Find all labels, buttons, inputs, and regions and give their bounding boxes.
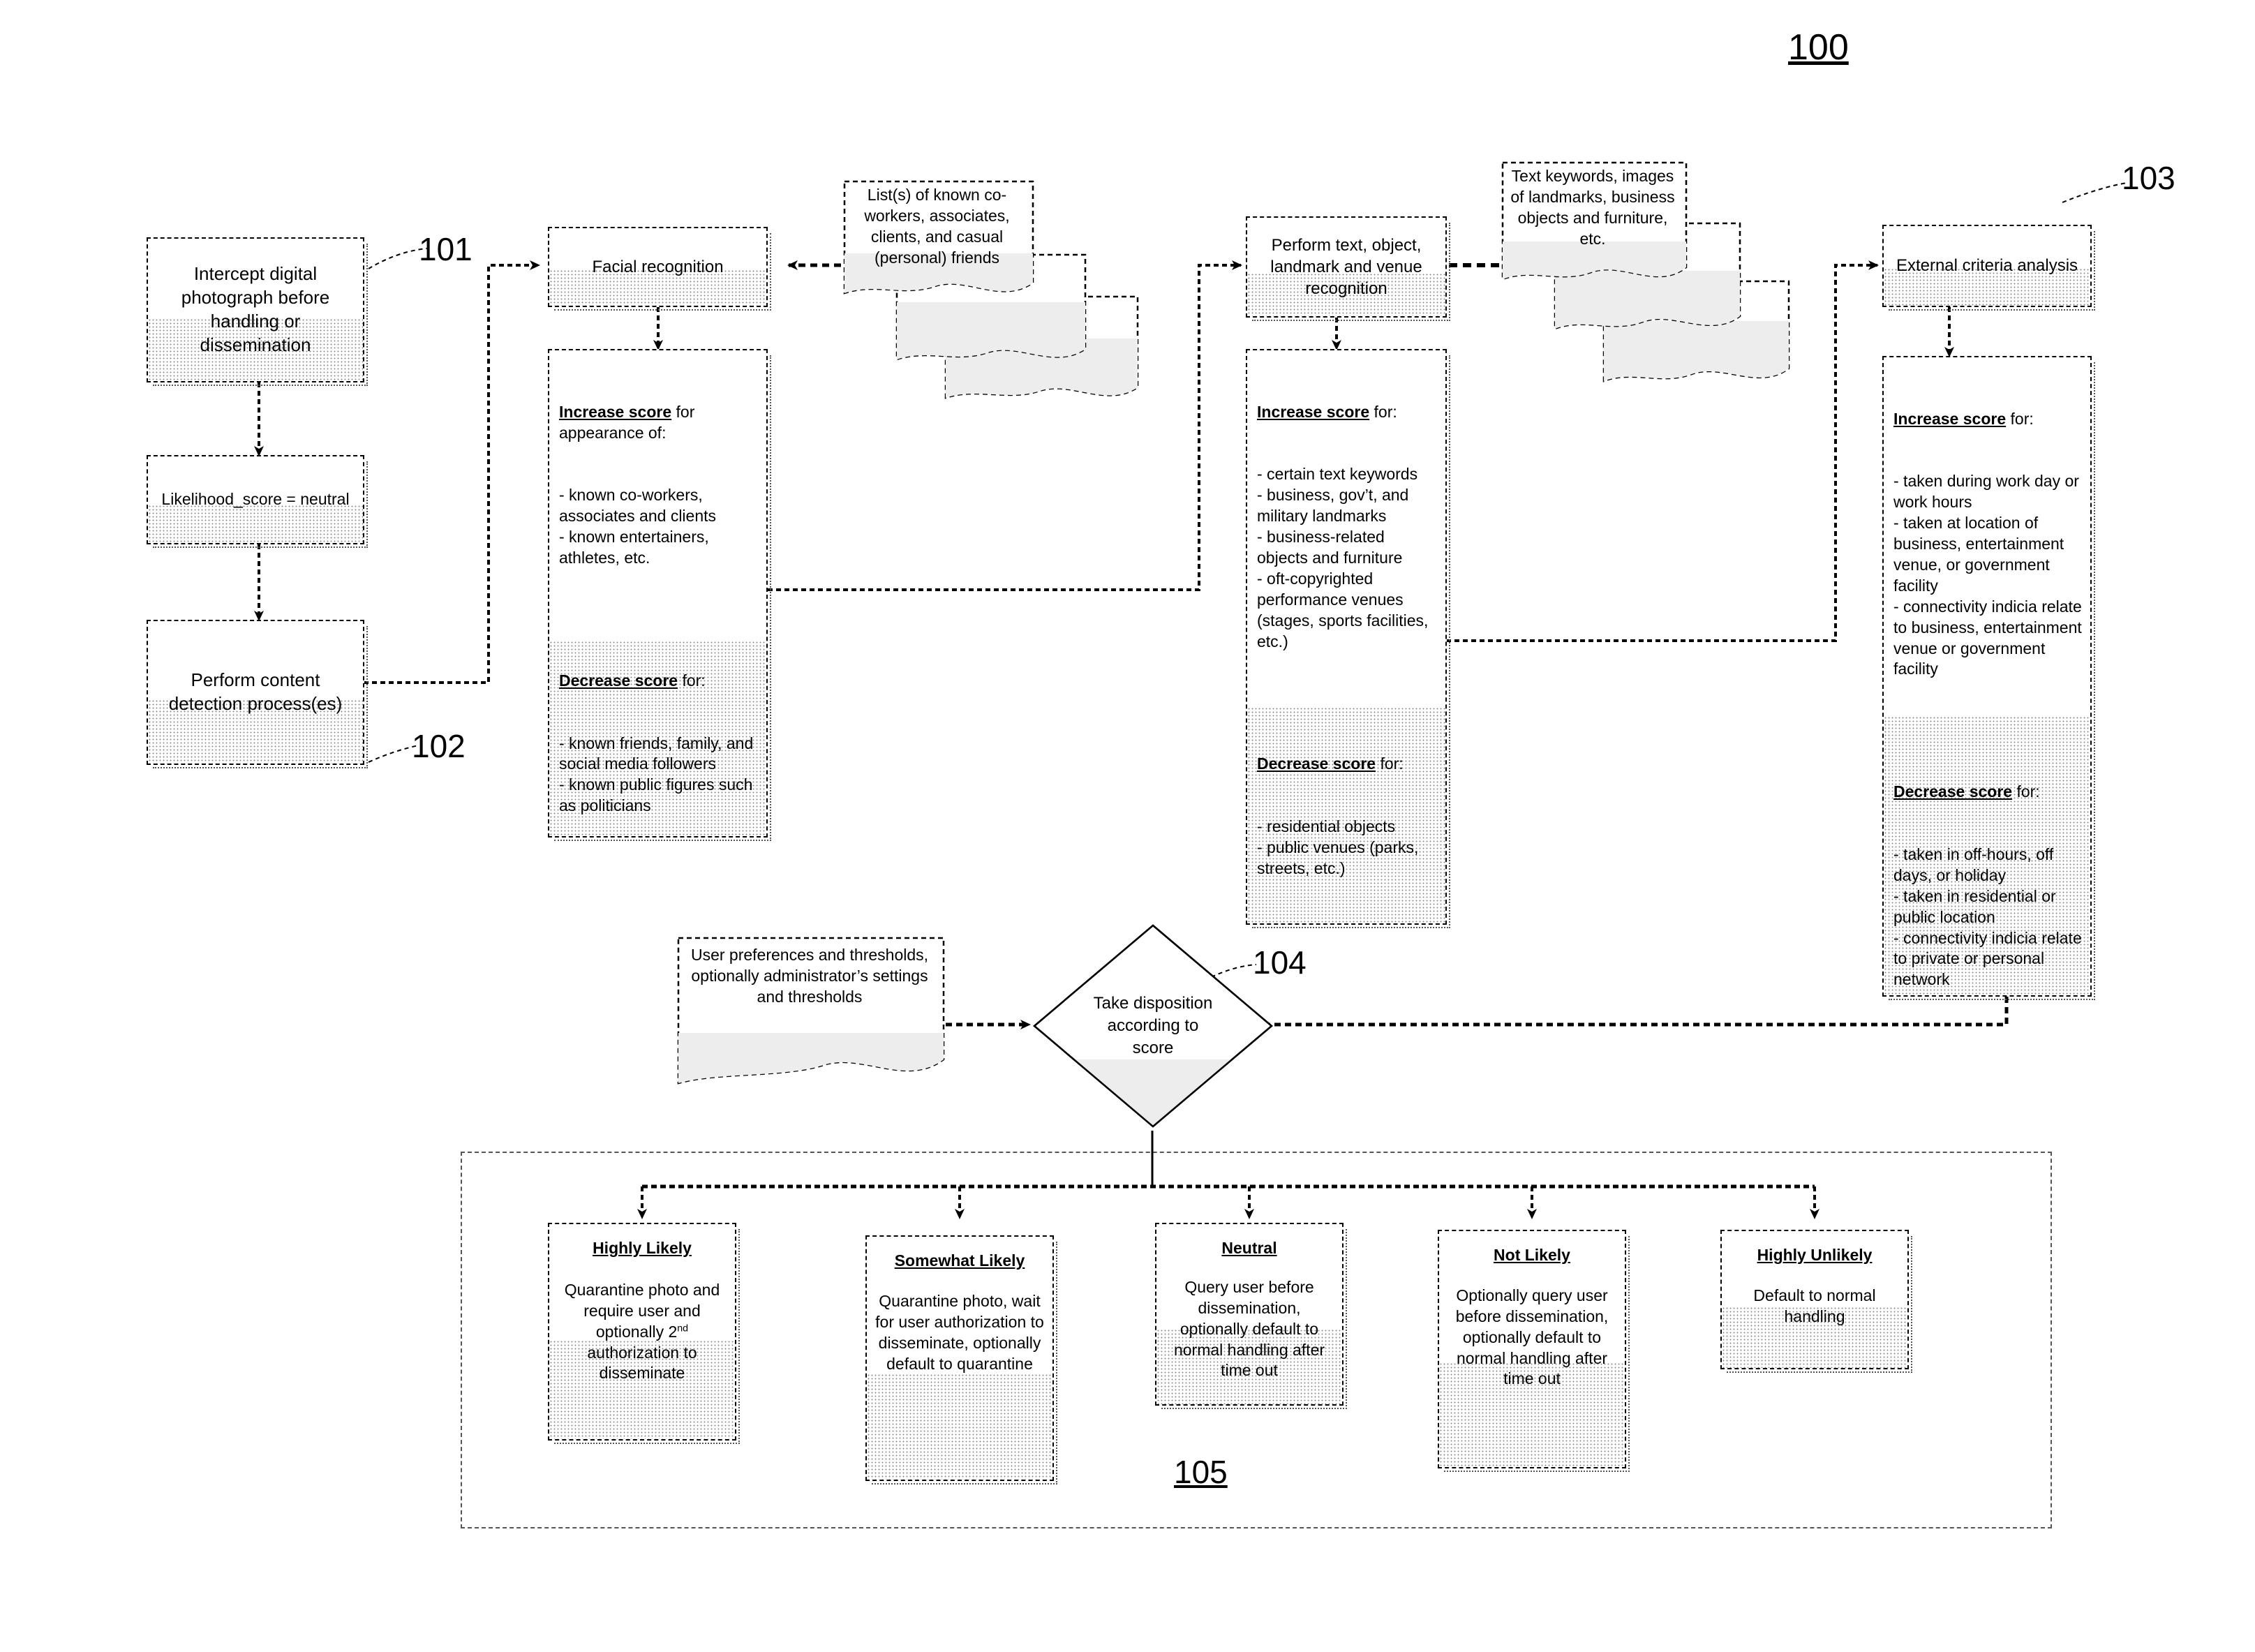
facial-decrease-items: - known friends, family, and social medi… (559, 734, 754, 815)
node-external-criteria-label: External criteria analysis (1896, 256, 2078, 276)
disposition-somewhat-likely-body: Quarantine photo, wait for user authoriz… (875, 1291, 1044, 1373)
external-increase-rest: for: (2006, 409, 2034, 428)
node-likelihood-score[interactable]: Likelihood_score = neutral (147, 455, 368, 548)
node-intercept-photograph-label: Intercept digital photograph before hand… (181, 263, 330, 355)
disposition-not-likely-title: Not Likely (1494, 1246, 1570, 1264)
datastore-known-lists-label: List(s) of known co-workers, associates,… (864, 186, 1010, 267)
external-decrease-header: Decrease score (1893, 782, 2013, 801)
node-content-detection-label: Perform content detection process(es) (168, 669, 343, 714)
ref-104: 104 (1253, 944, 1307, 981)
textobj-decrease-items: - residential objects - public venues (p… (1257, 817, 1419, 877)
textobj-decrease-rest: for: (1376, 754, 1404, 773)
datastore-user-preferences-label: User preferences and thresholds, optiona… (690, 946, 929, 1006)
node-content-detection[interactable]: Perform content detection process(es) (147, 620, 368, 768)
ref-103: 103 (2122, 160, 2175, 196)
textobj-increase-header: Increase score (1257, 402, 1370, 421)
ref-101: 101 (419, 231, 472, 267)
node-text-object-recognition-label: Perform text, object, landmark and venue… (1270, 235, 1422, 299)
figure-number: 100 (1788, 27, 1849, 68)
disposition-somewhat-likely[interactable]: Somewhat Likely Quarantine photo, wait f… (865, 1235, 1057, 1484)
datastore-user-preferences[interactable]: User preferences and thresholds, optiona… (676, 935, 948, 1096)
disposition-neutral-body: Query user before dissemination, optiona… (1173, 1277, 1325, 1380)
disposition-not-likely[interactable]: Not Likely Optionally query user before … (1438, 1230, 1630, 1472)
disposition-neutral-title: Neutral (1221, 1239, 1277, 1257)
textobj-increase-items: - certain text keywords - business, gov’… (1257, 465, 1429, 650)
disposition-neutral[interactable]: Neutral Query user before dissemination,… (1155, 1223, 1347, 1409)
node-facial-recognition-label: Facial recognition (592, 257, 724, 276)
decision-take-disposition-label: Take disposition according to score (1093, 994, 1213, 1057)
disposition-highly-likely-body: Quarantine photo and require user and op… (564, 1280, 720, 1383)
external-increase-items: - taken during work day or work hours - … (1893, 472, 2082, 678)
disposition-highly-unlikely-title: Highly Unlikely (1757, 1246, 1873, 1264)
datastore-known-lists[interactable]: List(s) of known co-workers, associates,… (841, 178, 1141, 408)
external-increase-header: Increase score (1893, 409, 2007, 428)
ref-105: 105 (1174, 1454, 1228, 1490)
datastore-keywords-images[interactable]: Text keywords, images of landmarks, busi… (1499, 159, 1792, 396)
node-likelihood-score-label: Likelihood_score = neutral (161, 490, 350, 509)
disposition-highly-likely[interactable]: Highly Likely Quarantine photo and requi… (548, 1223, 740, 1444)
disposition-highly-unlikely[interactable]: Highly Unlikely Default to normal handli… (1720, 1230, 1912, 1373)
facial-decrease-rest: for: (678, 671, 706, 690)
node-intercept-photograph[interactable]: Intercept digital photograph before hand… (147, 237, 368, 386)
external-decrease-rest: for: (2012, 782, 2040, 801)
textobj-decrease-header: Decrease score (1257, 754, 1376, 773)
decision-take-disposition[interactable]: Take disposition according to score (1032, 923, 1274, 1129)
panel-text-object-scoring[interactable]: Increase score for: - certain text keywo… (1246, 349, 1450, 928)
node-external-criteria[interactable]: External criteria analysis (1882, 225, 2095, 311)
textobj-increase-rest: for: (1369, 402, 1397, 421)
node-facial-recognition[interactable]: Facial recognition (548, 227, 771, 311)
panel-external-scoring[interactable]: Increase score for: - taken during work … (1882, 356, 2095, 1000)
facial-increase-items: - known co-workers, associates and clien… (559, 486, 717, 567)
disposition-somewhat-likely-title: Somewhat Likely (894, 1251, 1025, 1270)
ref-102: 102 (412, 728, 466, 764)
disposition-highly-unlikely-body: Default to normal handling (1753, 1286, 1876, 1325)
node-text-object-recognition[interactable]: Perform text, object, landmark and venue… (1246, 216, 1450, 321)
facial-decrease-header: Decrease score (559, 671, 678, 690)
datastore-keywords-images-label: Text keywords, images of landmarks, busi… (1510, 167, 1675, 248)
disposition-highly-likely-title: Highly Likely (593, 1239, 692, 1257)
disposition-not-likely-body: Optionally query user before disseminati… (1455, 1286, 1609, 1388)
panel-facial-scoring[interactable]: Increase score for appearance of: - know… (548, 349, 771, 841)
external-decrease-items: - taken in off-hours, off days, or holid… (1893, 845, 2082, 989)
figure-canvas: 100 101 102 103 104 105 Intercept digita… (0, 0, 2255, 1652)
facial-increase-header: Increase score (559, 402, 672, 421)
